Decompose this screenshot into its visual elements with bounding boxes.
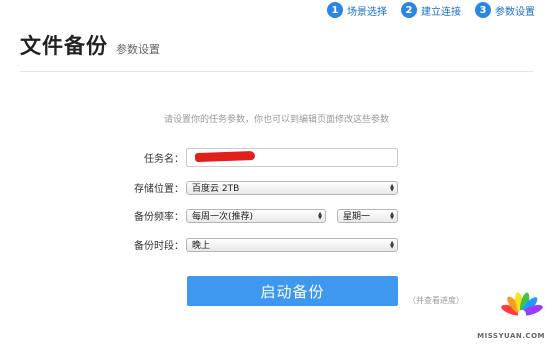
instruction-text: 请设置你的任务参数，你也可以到编辑页面修改这些参数 [163, 115, 389, 125]
updown-arrows-icon: ▲ ▼ [390, 239, 394, 250]
storage-row: 存储位置： 百度云 2TB ▲ ▼ [0, 180, 398, 195]
redaction-mark [194, 150, 256, 163]
step-number: 3 [475, 2, 491, 18]
step-number: 2 [401, 2, 417, 18]
page-subtitle: 参数设置 [116, 43, 160, 56]
step-params: 3 参数设置 [475, 2, 535, 18]
page-header: 文件备份 参数设置 [20, 30, 160, 60]
storage-select[interactable]: 百度云 2TB ▲ ▼ [186, 180, 398, 195]
updown-arrows-icon: ▲ ▼ [390, 210, 394, 221]
storage-value: 百度云 2TB [192, 184, 240, 194]
time-select[interactable]: 晚上 ▲ ▼ [186, 237, 398, 252]
frequency-select[interactable]: 每周一次(推荐) ▲ ▼ [186, 208, 326, 223]
task-name-label: 任务名： [144, 154, 184, 165]
watermark-text: MISSYUAN.COM [477, 332, 545, 340]
step-scene-select: 1 场景选择 [327, 2, 387, 18]
step-label: 场景选择 [347, 6, 387, 18]
frequency-label: 备份频率： [134, 212, 184, 223]
updown-arrows-icon: ▲ ▼ [390, 182, 394, 193]
time-row: 备份时段： 晚上 ▲ ▼ [0, 237, 398, 252]
updown-arrows-icon: ▲ ▼ [318, 210, 322, 221]
task-name-row: 任务名： [0, 148, 398, 167]
task-name-input[interactable] [186, 148, 398, 167]
step-label: 建立连接 [421, 6, 461, 18]
frequency-row: 备份频率： 每周一次(推荐) ▲ ▼ 星期一 ▲ ▼ [0, 208, 398, 223]
weekday-value: 星期一 [343, 212, 371, 222]
frequency-value: 每周一次(推荐) [192, 212, 254, 222]
step-indicator: 1 场景选择 2 建立连接 3 参数设置 [327, 2, 535, 18]
header-divider [20, 71, 533, 72]
start-backup-button[interactable]: 启动备份 [187, 276, 398, 306]
view-progress-note: （并查看进度） [408, 296, 464, 305]
time-label: 备份时段： [134, 241, 184, 252]
watermark-logo-icon [501, 292, 543, 318]
time-value: 晚上 [192, 241, 211, 251]
step-label: 参数设置 [495, 6, 535, 18]
step-connect: 2 建立连接 [401, 2, 461, 18]
page-title: 文件备份 [20, 34, 108, 58]
storage-label: 存储位置： [134, 184, 184, 195]
step-number: 1 [327, 2, 343, 18]
weekday-select[interactable]: 星期一 ▲ ▼ [337, 208, 398, 223]
